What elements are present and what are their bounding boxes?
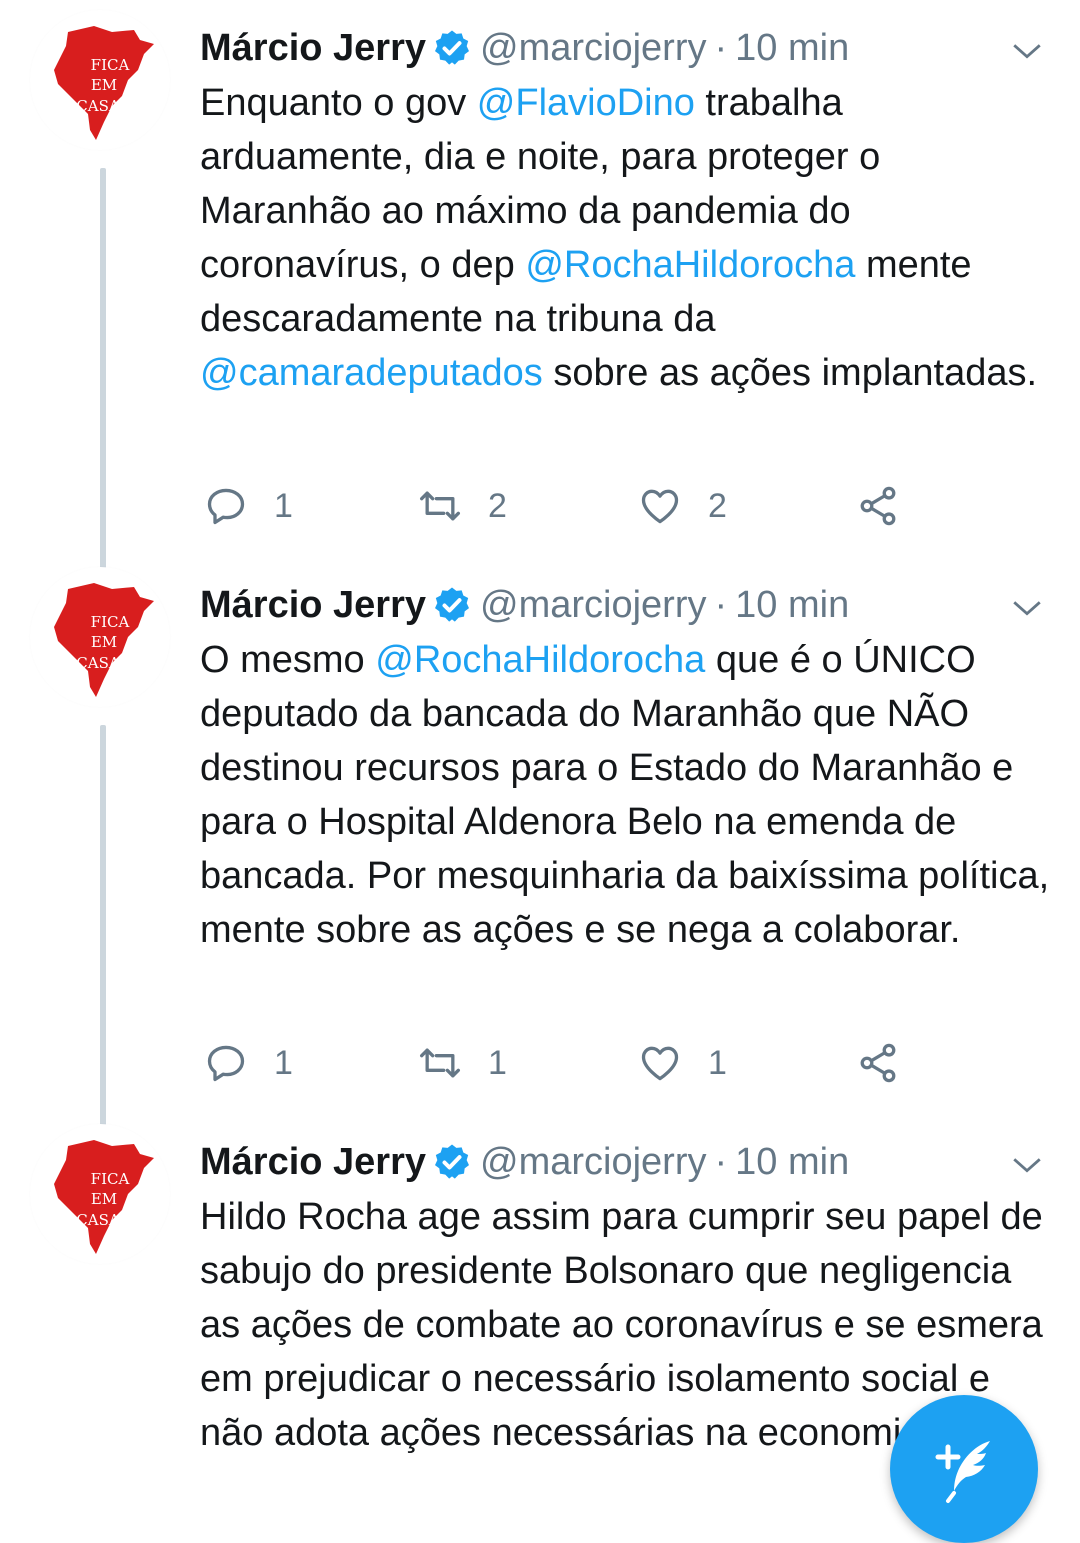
text-run: O mesmo	[200, 639, 376, 681]
avatar[interactable]: FICA EM CASA	[30, 1124, 170, 1264]
tweet-timestamp[interactable]: 10 min	[735, 577, 849, 633]
mention-link[interactable]: @RochaHildorocha	[525, 244, 855, 286]
reply-icon	[207, 1045, 245, 1082]
retweet-button[interactable]: 2	[418, 476, 507, 536]
reply-icon	[207, 488, 245, 525]
like-button[interactable]: 1	[638, 1033, 727, 1093]
tweet-actions: 1 2 2	[200, 476, 920, 536]
avatar-text-line: FICA	[91, 1170, 130, 1188]
tweet[interactable]: FICA EM CASA Márcio Jerry @marciojerry ·…	[0, 557, 1080, 1137]
mention-link[interactable]: @RochaHildorocha	[375, 639, 705, 681]
compose-tweet-icon	[935, 1441, 990, 1503]
avatar-text-line: CASA	[76, 1211, 120, 1229]
text-run: Enquanto o gov	[200, 82, 477, 124]
tweet-timestamp[interactable]: 10 min	[735, 20, 849, 76]
share-button[interactable]	[856, 476, 900, 536]
share-button[interactable]	[856, 1033, 900, 1093]
chevron-down-icon[interactable]	[1010, 591, 1044, 625]
reply-button[interactable]: 1	[204, 476, 293, 536]
tweet-timestamp[interactable]: 10 min	[735, 1134, 849, 1190]
heart-icon	[641, 1046, 679, 1081]
author-name[interactable]: Márcio Jerry	[200, 577, 426, 633]
avatar-text-line: FICA	[91, 56, 130, 74]
thread-connector	[100, 725, 106, 1137]
tweet[interactable]: FICA EM CASA Márcio Jerry @marciojerry ·…	[0, 0, 1080, 580]
verified-badge-icon	[435, 30, 470, 65]
author-handle[interactable]: @marciojerry	[480, 577, 706, 633]
author-name[interactable]: Márcio Jerry	[200, 20, 426, 76]
avatar-text-line: EM	[91, 1190, 117, 1208]
avatar-text-line: CASA	[76, 654, 120, 672]
text-run: que é o ÚNICO deputado da bancada do Mar…	[200, 639, 1050, 951]
mention-link[interactable]: @camaradeputados	[200, 352, 543, 394]
retweet-count: 2	[488, 486, 507, 525]
chevron-down-icon[interactable]	[1010, 34, 1044, 68]
share-icon	[860, 486, 896, 526]
like-count: 2	[708, 486, 727, 525]
retweet-icon	[420, 491, 460, 521]
reply-count: 1	[274, 486, 293, 525]
like-count: 1	[708, 1043, 727, 1082]
avatar-text-line: EM	[91, 76, 117, 94]
chevron-down-icon[interactable]	[1010, 1148, 1044, 1182]
author-handle[interactable]: @marciojerry	[480, 1134, 706, 1190]
text-run: sobre as ações implantadas.	[542, 352, 1038, 394]
avatar-text-line: FICA	[91, 613, 130, 631]
verified-badge-icon	[435, 1144, 470, 1179]
tweet-header: Márcio Jerry @marciojerry · 10 min	[200, 577, 849, 633]
separator-dot: ·	[714, 584, 728, 626]
tweet-header: Márcio Jerry @marciojerry · 10 min	[200, 20, 849, 76]
mention-link[interactable]: @FlavioDino	[477, 82, 695, 124]
thread-connector	[100, 168, 106, 580]
share-icon	[860, 1043, 896, 1083]
tweet-text: Enquanto o gov @FlavioDino trabalha ardu…	[200, 76, 1060, 400]
verified-badge-icon	[435, 587, 470, 622]
heart-icon	[641, 489, 679, 524]
tweet-text: O mesmo @RochaHildorocha que é o ÚNICO d…	[200, 633, 1060, 957]
separator-dot: ·	[714, 27, 728, 69]
tweet-actions: 1 1 1	[200, 1033, 920, 1093]
retweet-icon	[420, 1048, 460, 1078]
avatar-text-line: CASA	[76, 97, 120, 115]
author-name[interactable]: Márcio Jerry	[200, 1134, 426, 1190]
avatar[interactable]: FICA EM CASA	[30, 10, 170, 150]
reply-count: 1	[274, 1043, 293, 1082]
reply-button[interactable]: 1	[204, 1033, 293, 1093]
like-button[interactable]: 2	[638, 476, 727, 536]
retweet-button[interactable]: 1	[418, 1033, 507, 1093]
avatar-text-line: EM	[91, 633, 117, 651]
tweet-header: Márcio Jerry @marciojerry · 10 min	[200, 1134, 849, 1190]
retweet-count: 1	[488, 1043, 507, 1082]
separator-dot: ·	[714, 1141, 728, 1183]
author-handle[interactable]: @marciojerry	[480, 20, 706, 76]
compose-tweet-button[interactable]	[890, 1395, 1038, 1543]
avatar[interactable]: FICA EM CASA	[30, 567, 170, 707]
